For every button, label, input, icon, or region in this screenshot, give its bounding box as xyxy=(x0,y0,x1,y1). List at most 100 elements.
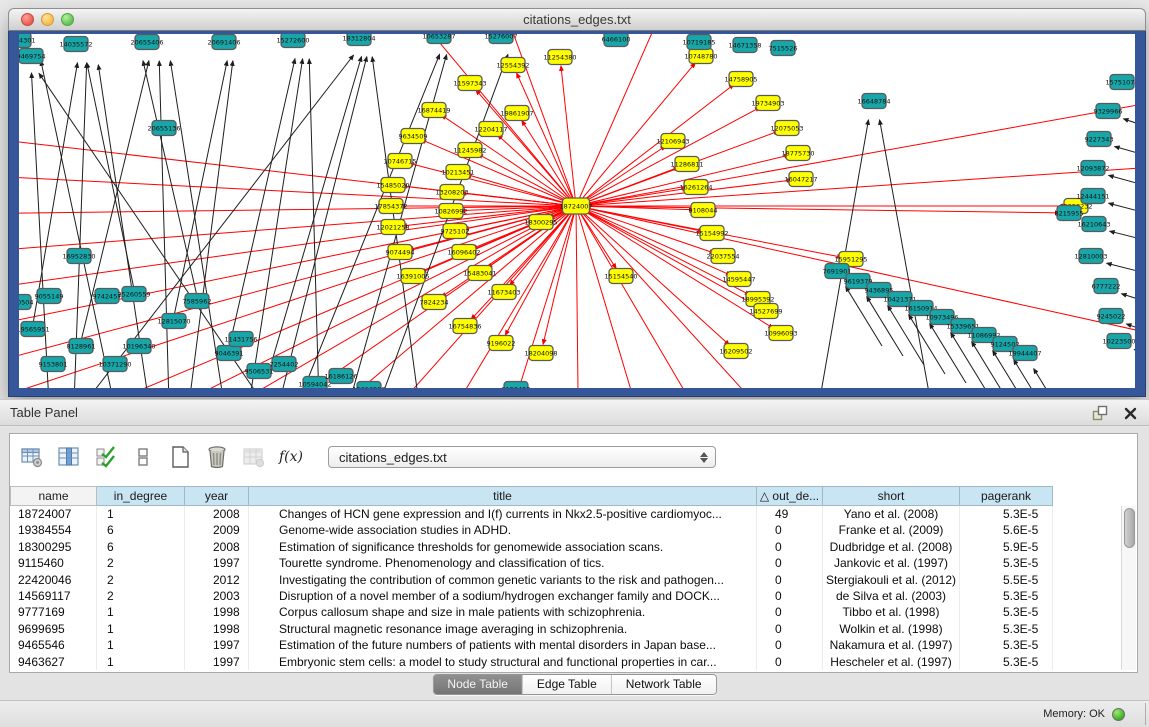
graph-node[interactable]: 20655406 xyxy=(130,35,163,50)
scrollbar-thumb[interactable] xyxy=(1124,508,1135,548)
table-row[interactable]: 969969511998Structural magnetic resonanc… xyxy=(10,621,1122,637)
red-edge[interactable] xyxy=(19,206,576,254)
graph-node[interactable]: 18300295 xyxy=(524,215,557,230)
graph-node[interactable]: 14527699 xyxy=(749,304,782,319)
black-edge[interactable] xyxy=(1124,119,1135,134)
graph-node[interactable]: 15485020 xyxy=(376,178,409,193)
graph-node[interactable]: 15272600 xyxy=(276,34,309,48)
graph-node[interactable]: 16391005 xyxy=(396,269,429,284)
graph-node[interactable]: 9074494 xyxy=(386,245,415,260)
graph-node[interactable]: 9725102 xyxy=(441,224,470,239)
graph-node[interactable]: 10213451 xyxy=(441,165,474,180)
graph-node[interactable]: 16874419 xyxy=(417,103,450,118)
graph-node[interactable]: 12815070 xyxy=(157,314,190,329)
graph-node[interactable]: 10196340 xyxy=(122,339,155,354)
graph-node[interactable]: 10371290 xyxy=(98,357,131,372)
graph-node[interactable]: 9227343 xyxy=(1085,132,1114,147)
graph-node[interactable]: 15751074 xyxy=(1105,75,1135,90)
black-edge[interactable] xyxy=(159,61,169,388)
graph-hub-node[interactable]: 18724007 xyxy=(559,198,592,214)
tab-node-table[interactable]: Node Table xyxy=(433,675,522,694)
graph-node[interactable]: 12106943 xyxy=(656,134,689,149)
graph-node[interactable]: 20655136 xyxy=(147,121,180,136)
graph-node[interactable]: 10746715 xyxy=(383,154,416,169)
column-header-out_de[interactable]: △ out_de... xyxy=(757,486,823,506)
graph-node[interactable]: 8215955 xyxy=(1055,206,1084,221)
graph-node[interactable]: 6777222 xyxy=(1092,279,1121,294)
graph-node[interactable]: 9196022 xyxy=(487,336,516,351)
red-edge[interactable] xyxy=(576,206,659,388)
red-edge[interactable] xyxy=(19,174,576,206)
graph-node[interactable]: 19861907 xyxy=(500,106,533,121)
red-edge[interactable] xyxy=(576,206,1060,213)
clear-selection-icon[interactable] xyxy=(129,443,157,471)
column-header-name[interactable]: name xyxy=(10,486,97,506)
zoom-window-button[interactable] xyxy=(61,13,74,26)
graph-node[interactable]: 16648784 xyxy=(857,94,890,109)
red-edge[interactable] xyxy=(576,206,773,328)
column-header-pagerank[interactable]: pagerank xyxy=(960,486,1053,506)
graph-node[interactable]: 16944301 xyxy=(19,34,36,48)
graph-node[interactable]: 11597343 xyxy=(453,76,486,91)
graph-node[interactable]: 10996093 xyxy=(764,326,797,341)
table-panel-titlebar[interactable]: Table Panel xyxy=(0,399,1149,426)
graph-node[interactable]: 9108044 xyxy=(689,203,718,218)
black-edge[interactable] xyxy=(279,57,367,388)
graph-node[interactable]: 16261264 xyxy=(679,180,712,195)
black-edge[interactable] xyxy=(1034,369,1070,388)
graph-node[interactable]: 16754836 xyxy=(448,319,481,334)
graph-node[interactable]: 18204098 xyxy=(524,346,557,361)
column-header-in_degree[interactable]: in_degree xyxy=(97,486,185,506)
table-row[interactable]: 1872400712008Changes of HCN gene express… xyxy=(10,506,1122,522)
table-row[interactable]: 1830029562008Estimation of significance … xyxy=(10,539,1122,555)
black-edge[interactable] xyxy=(1107,263,1135,279)
graph-node[interactable]: 15154540 xyxy=(604,269,637,284)
table-row[interactable]: 911546021997Tourette syndrome. Phenomeno… xyxy=(10,555,1122,571)
graph-node[interactable]: 12093872 xyxy=(1076,161,1109,176)
graph-node[interactable]: 6466100 xyxy=(602,34,631,47)
graph-node[interactable]: 8700504 xyxy=(19,295,33,310)
minimize-window-button[interactable] xyxy=(41,13,54,26)
graph-node[interactable]: 7824234 xyxy=(420,295,449,310)
table-row[interactable]: 2242004622012Investigating the contribut… xyxy=(10,572,1122,588)
graph-node[interactable]: 8128961 xyxy=(67,339,96,354)
graph-node[interactable]: 9055149 xyxy=(35,289,64,304)
table-selector-dropdown[interactable]: citations_edges.txt xyxy=(328,446,716,468)
graph-node[interactable]: 25260559 xyxy=(117,287,150,302)
close-window-button[interactable] xyxy=(21,13,34,26)
graph-node[interactable]: 16209502 xyxy=(719,344,752,359)
graph-node[interactable]: 14671358 xyxy=(728,38,761,53)
float-panel-icon[interactable] xyxy=(1091,404,1109,422)
graph-node[interactable]: 10223500 xyxy=(1102,334,1135,349)
graph-node[interactable]: 7585962 xyxy=(183,294,212,309)
graph-node[interactable]: 12554392 xyxy=(496,58,529,73)
graph-node[interactable]: 12075053 xyxy=(770,121,803,136)
function-builder-icon[interactable]: f(x) xyxy=(277,443,305,471)
graph-node[interactable]: 10748780 xyxy=(684,49,717,64)
graph-node[interactable]: 9329966 xyxy=(1094,104,1123,119)
graph-node[interactable]: 15154992 xyxy=(695,226,728,241)
column-header-short[interactable]: short xyxy=(823,486,960,506)
graph-node[interactable]: 15276007 xyxy=(484,34,517,44)
graph-node[interactable]: 16210643 xyxy=(1077,217,1110,232)
graph-node[interactable]: 20691406 xyxy=(207,35,240,50)
graph-node[interactable]: 17854372 xyxy=(374,199,407,214)
graph-node[interactable]: 19944407 xyxy=(1008,346,1041,361)
network-canvas[interactable]: 18724007 11254380 12554392 1159734316874419… xyxy=(19,34,1135,388)
graph-node[interactable]: 14758905 xyxy=(724,72,757,87)
delete-icon[interactable] xyxy=(203,443,231,471)
select-all-icon[interactable] xyxy=(92,443,120,471)
graph-node[interactable]: 19565951 xyxy=(19,322,50,337)
table-row[interactable]: 977716911998Corpus callosum shape and si… xyxy=(10,604,1122,620)
black-edge[interactable] xyxy=(1122,294,1135,309)
black-edge[interactable] xyxy=(1110,231,1135,246)
graph-node[interactable]: 11254380 xyxy=(543,50,576,65)
graph-node[interactable]: 9153458 xyxy=(502,382,531,389)
table-row[interactable]: 946554611997Estimation of the future num… xyxy=(10,637,1122,653)
column-header-year[interactable]: year xyxy=(185,486,249,506)
graph-node[interactable]: 9153801 xyxy=(39,357,68,372)
red-edge[interactable] xyxy=(576,164,1135,206)
delete-table-icon[interactable] xyxy=(240,443,268,471)
black-edge[interactable] xyxy=(31,73,49,388)
graph-node[interactable]: 9469754 xyxy=(19,49,45,64)
